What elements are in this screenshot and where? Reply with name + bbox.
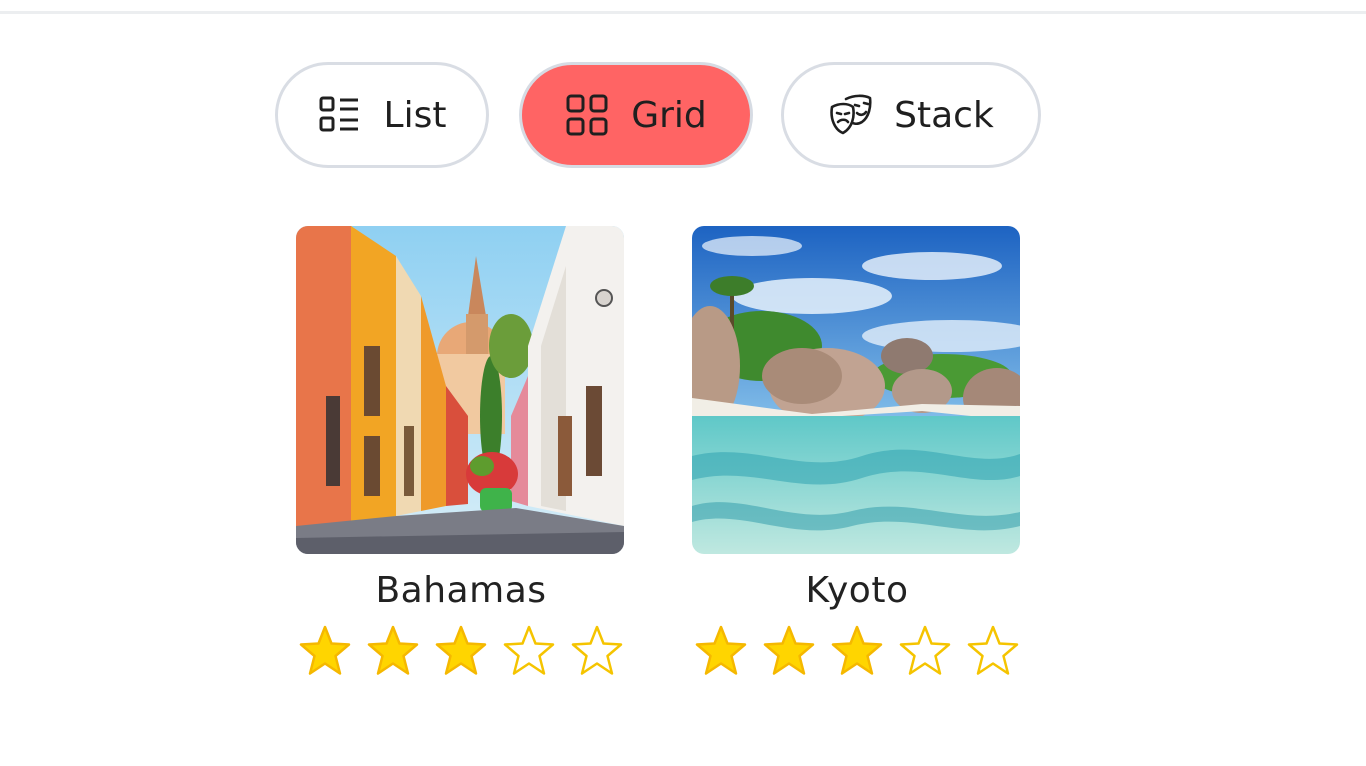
- star-filled-icon[interactable]: [366, 624, 420, 678]
- colorful-street-photo[interactable]: [296, 226, 624, 554]
- grid-view-label: Grid: [631, 94, 707, 136]
- top-divider: [0, 0, 1366, 14]
- list-view-label: List: [383, 94, 447, 136]
- star-rating[interactable]: [296, 624, 626, 678]
- star-filled-icon[interactable]: [298, 624, 352, 678]
- star-empty-icon[interactable]: [898, 624, 952, 678]
- star-rating[interactable]: [692, 624, 1022, 678]
- theater-masks-icon: [828, 93, 872, 137]
- list-icon: [318, 93, 362, 137]
- star-empty-icon[interactable]: [966, 624, 1020, 678]
- star-filled-icon[interactable]: [762, 624, 816, 678]
- star-filled-icon[interactable]: [830, 624, 884, 678]
- destination-name: Bahamas: [375, 570, 547, 611]
- grid-view-button[interactable]: Grid: [519, 62, 753, 168]
- stack-view-label: Stack: [894, 94, 994, 136]
- list-view-button[interactable]: List: [275, 62, 489, 168]
- destination-card[interactable]: Kyoto: [692, 226, 1022, 678]
- grid-icon: [565, 93, 609, 137]
- star-filled-icon[interactable]: [434, 624, 488, 678]
- star-empty-icon[interactable]: [502, 624, 556, 678]
- stack-view-button[interactable]: Stack: [781, 62, 1041, 168]
- star-filled-icon[interactable]: [694, 624, 748, 678]
- view-toggle: List Grid Stack: [275, 62, 1075, 168]
- destination-name: Kyoto: [805, 570, 909, 611]
- star-empty-icon[interactable]: [570, 624, 624, 678]
- destination-grid: Bahamas Kyoto: [296, 226, 1056, 696]
- tropical-beach-photo[interactable]: [692, 226, 1020, 554]
- destination-card[interactable]: Bahamas: [296, 226, 626, 678]
